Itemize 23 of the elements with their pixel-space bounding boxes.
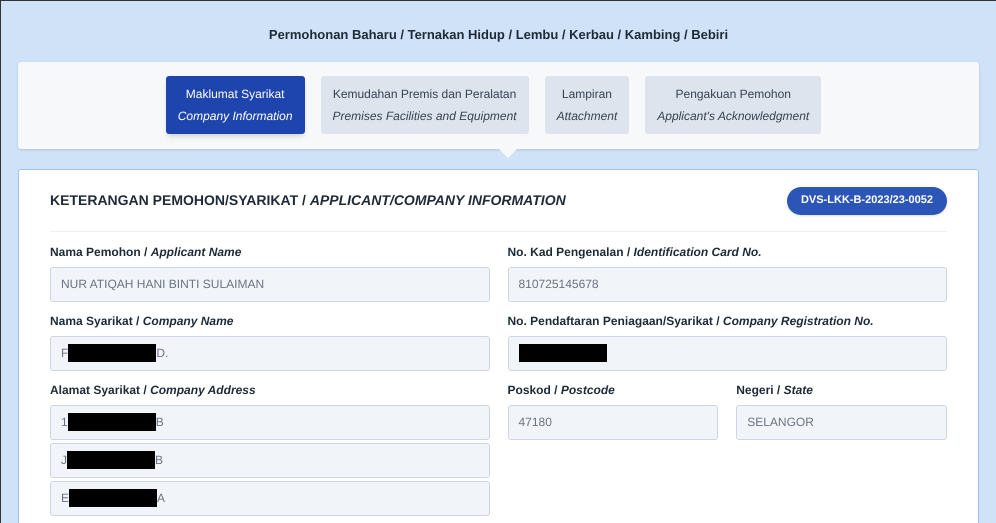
reference-badge: DVS-LKK-B-2023/23-0052 — [786, 186, 947, 214]
input-field[interactable]: NUR ATIQAH HANI BINTI SULAIMAN — [50, 266, 490, 302]
input-field[interactable]: 1 B — [50, 404, 490, 440]
field-label: No. Kad Pengenalan / Identification Card No. — [508, 244, 763, 260]
field-label: No. Pendaftaran Peniagaan/Syarikat / Company Registration No. — [508, 312, 875, 330]
input-field[interactable]: J B — [50, 442, 490, 478]
step-tab[interactable]: Kemudahan Premis dan Peralatan Premises Facilities and Equipment — [320, 76, 529, 134]
page-title: Permohonan Baharu / Ternakan Hidup / Lembu / Kerbau / Kambing / Bebiri — [268, 26, 728, 44]
input-field[interactable] — [508, 336, 947, 370]
field-label: Negeri / State — [736, 382, 814, 398]
field-label: Nama Pemohon / Applicant Name — [50, 244, 242, 260]
input-field[interactable]: 47180 — [508, 404, 718, 440]
input-field[interactable]: 810725145678 — [508, 266, 947, 302]
section-title: KETERANGAN PEMOHON/SYARIKAT / APPLICANT/COMPANY INFORMATION — [50, 191, 566, 210]
input-field[interactable]: F D. — [50, 336, 490, 370]
step-tab[interactable]: Maklumat Syarikat Company Information — [166, 76, 304, 134]
field-label: Nama Syarikat / Company Name — [50, 312, 234, 330]
input-field[interactable]: E A — [50, 480, 490, 516]
field-label: Alamat Syarikat / Company Address — [50, 382, 257, 398]
step-tab[interactable]: Pengakuan Pemohon Applicant's Acknowledgment — [645, 76, 822, 134]
input-field[interactable]: SELANGOR — [736, 404, 947, 440]
step-tab[interactable]: Lampiran Attachment — [544, 76, 630, 134]
field-label: Poskod / Postcode — [508, 382, 616, 398]
